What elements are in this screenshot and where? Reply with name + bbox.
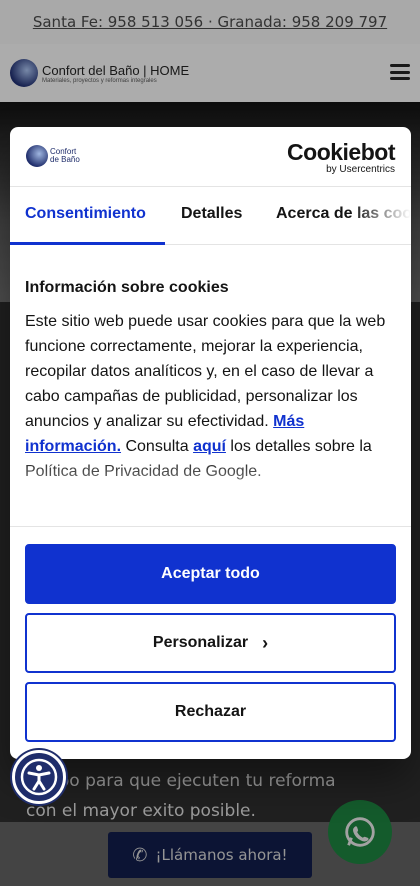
- customize-button[interactable]: Personalizar ›: [25, 613, 396, 673]
- accessibility-icon[interactable]: [12, 750, 66, 804]
- dialog-brand-logo: Confort de Baño: [26, 145, 80, 167]
- reject-label: Rechazar: [174, 703, 247, 720]
- dialog-header: Confort de Baño Cookiebot by Usercentric…: [10, 127, 411, 187]
- accept-all-label: Aceptar todo: [161, 565, 260, 582]
- tabs-fade: [351, 187, 411, 244]
- consent-title: Información sobre cookies: [25, 279, 229, 296]
- here-link[interactable]: aquí: [193, 438, 226, 455]
- cookie-consent-dialog: Confort de Baño Cookiebot by Usercentric…: [10, 127, 411, 759]
- brand-logo-icon: [26, 145, 48, 167]
- consent-text-part2: Consulta: [121, 438, 194, 455]
- tab-details[interactable]: Detalles: [181, 205, 242, 223]
- cookiebot-logo-title: Cookiebot: [287, 139, 395, 165]
- customize-label: Personalizar: [152, 634, 249, 651]
- tab-consent[interactable]: Consentimiento: [25, 205, 146, 223]
- accept-all-button[interactable]: Aceptar todo: [25, 544, 396, 604]
- consent-body[interactable]: Información sobre cookies Este sitio web…: [10, 245, 411, 527]
- cookiebot-logo-subtitle: by Usercentrics: [326, 164, 395, 175]
- chevron-right-icon: ›: [262, 632, 269, 653]
- body-fade: [10, 455, 411, 526]
- cookiebot-logo[interactable]: Cookiebot by Usercentrics: [287, 140, 395, 175]
- consent-text-part1: Este sitio web puede usar cookies para q…: [25, 313, 386, 430]
- brand-line2: de Baño: [50, 155, 80, 164]
- reject-button[interactable]: Rechazar: [25, 682, 396, 742]
